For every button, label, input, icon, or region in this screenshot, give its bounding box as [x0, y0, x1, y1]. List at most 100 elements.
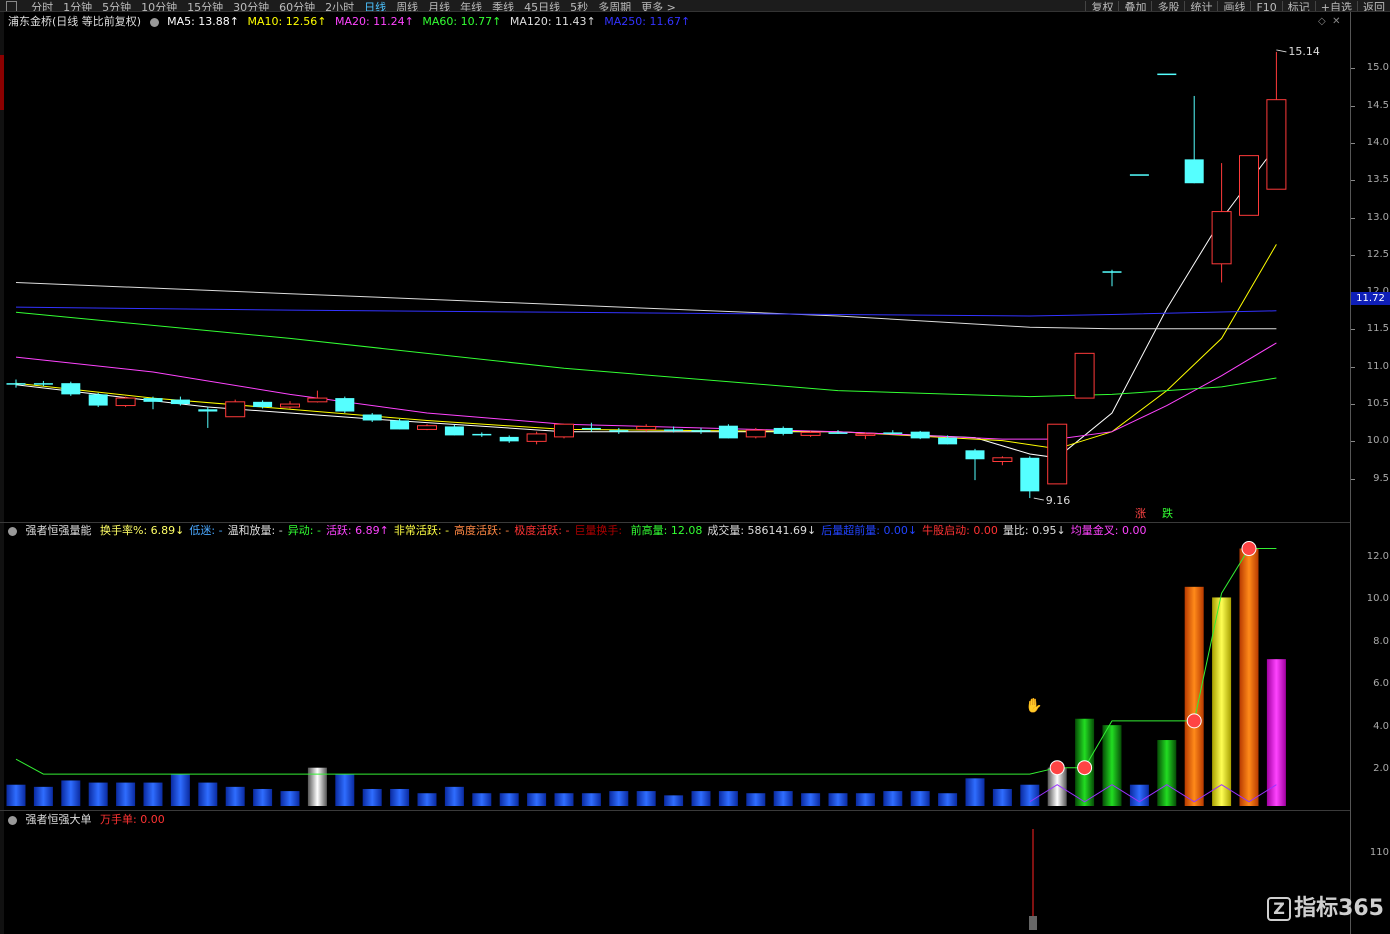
toolbar-button-6[interactable]: 标记 [1283, 1, 1315, 11]
candle-body[interactable] [335, 398, 355, 412]
candle-body[interactable] [636, 425, 657, 430]
candle-body[interactable] [526, 433, 547, 442]
signal-marker-icon[interactable] [1186, 713, 1202, 729]
candle-body[interactable] [472, 433, 492, 436]
volume-bar[interactable] [664, 795, 684, 806]
toolbar-button-2[interactable]: 多股 [1152, 1, 1184, 11]
volume-bar[interactable] [1239, 548, 1259, 806]
stock-title[interactable]: 浦东金桥(日线 等比前复权) [8, 15, 141, 28]
tab-period-9[interactable]: 周线 [391, 1, 423, 11]
candle-body[interactable] [1020, 457, 1040, 492]
volume-bar[interactable] [253, 788, 273, 806]
candle-body[interactable] [855, 433, 876, 436]
candle-body[interactable] [390, 420, 410, 430]
volume-bar[interactable] [691, 791, 711, 806]
volume-bar[interactable] [116, 782, 136, 806]
candle-body[interactable] [773, 427, 793, 434]
candle-body[interactable] [718, 425, 738, 439]
tab-period-7[interactable]: 2小时 [320, 1, 359, 11]
candle-body[interactable] [1239, 155, 1259, 216]
toolbar-button-5[interactable]: F10 [1251, 1, 1281, 11]
tab-period-16[interactable]: 更多 > [636, 1, 681, 11]
candle-body[interactable] [170, 399, 190, 405]
volume-bar[interactable] [33, 786, 53, 806]
candle-body[interactable] [554, 423, 574, 438]
candle-body[interactable] [938, 437, 958, 445]
candle-body[interactable] [1157, 73, 1177, 76]
candle-body[interactable] [253, 401, 273, 408]
toolbar-button-7[interactable]: +自选 [1316, 1, 1357, 11]
volume-bar[interactable] [1212, 597, 1232, 806]
volume-bar[interactable] [1129, 784, 1149, 806]
diamond-icon[interactable]: ◇ [1318, 16, 1326, 27]
candle-body[interactable] [362, 414, 382, 421]
volume-bar[interactable] [992, 788, 1012, 806]
tab-period-5[interactable]: 30分钟 [228, 1, 274, 11]
volume-bar[interactable] [1266, 659, 1286, 806]
tab-period-12[interactable]: 季线 [487, 1, 519, 11]
volume-bar[interactable] [499, 793, 519, 806]
volume-bar[interactable] [965, 778, 985, 806]
volume-bar[interactable] [1157, 740, 1177, 806]
big-order-chart[interactable] [0, 824, 1350, 934]
candle-body[interactable] [1266, 99, 1287, 190]
candle-body[interactable] [6, 383, 26, 385]
volume-bar[interactable] [280, 791, 300, 806]
tab-period-2[interactable]: 5分钟 [97, 1, 136, 11]
candle-body[interactable] [883, 432, 903, 434]
candle-body[interactable] [745, 429, 766, 438]
toolbar-button-3[interactable]: 统计 [1185, 1, 1217, 11]
toolbar-button-1[interactable]: 叠加 [1119, 1, 1151, 11]
volume-bar[interactable] [1102, 725, 1122, 806]
volume-bar[interactable] [307, 767, 327, 806]
candle-body[interactable] [965, 450, 985, 460]
candle-body[interactable] [1047, 423, 1068, 485]
volume-bar[interactable] [883, 791, 903, 806]
candle-body[interactable] [444, 426, 464, 436]
panel-toggle-checkbox[interactable] [6, 1, 17, 11]
volume-bar[interactable] [472, 793, 492, 806]
volume-bar[interactable] [1184, 586, 1204, 806]
volume-bar[interactable] [335, 774, 355, 806]
volume-bar[interactable] [636, 791, 656, 806]
close-icon[interactable]: ✕ [1332, 16, 1340, 27]
candle-body[interactable] [499, 436, 519, 442]
volume-bar[interactable] [1020, 784, 1040, 806]
candle-body[interactable] [1074, 352, 1095, 399]
candle-body[interactable] [280, 403, 300, 408]
toolbar-button-0[interactable]: 复权 [1086, 1, 1118, 11]
candle-body[interactable] [307, 397, 328, 403]
volume-bar[interactable] [444, 786, 464, 806]
volume-bar[interactable] [581, 793, 601, 806]
volume-bar[interactable] [938, 793, 958, 806]
candle-body[interactable] [828, 432, 848, 434]
volume-bar[interactable] [61, 780, 81, 806]
candle-body[interactable] [198, 409, 218, 412]
volume-bar[interactable] [88, 782, 108, 806]
candle-body[interactable] [61, 383, 81, 395]
tab-period-10[interactable]: 月线 [423, 1, 455, 11]
candle-body[interactable] [143, 398, 163, 402]
volume-bar[interactable] [801, 793, 821, 806]
candle-body[interactable] [88, 394, 108, 406]
candle-body[interactable] [992, 457, 1013, 463]
candle-body[interactable] [800, 431, 821, 436]
volume-bar[interactable] [554, 793, 574, 806]
volume-bar[interactable] [417, 793, 437, 806]
toolbar-button-4[interactable]: 画线 [1218, 1, 1250, 11]
volume-bar[interactable] [362, 788, 382, 806]
vol-indicator-name[interactable]: 强者恒强量能 [26, 524, 92, 537]
signal-marker-icon[interactable] [1077, 760, 1093, 776]
candle-body[interactable] [225, 401, 246, 418]
tab-period-0[interactable]: 分时 [26, 1, 58, 11]
tab-period-15[interactable]: 多周期 [593, 1, 636, 11]
tab-period-11[interactable]: 年线 [455, 1, 487, 11]
toolbar-button-8[interactable]: 返回 [1358, 1, 1390, 11]
candle-body[interactable] [581, 427, 601, 430]
volume-bar[interactable] [855, 793, 875, 806]
volume-bar[interactable] [609, 791, 629, 806]
tab-period-4[interactable]: 15分钟 [182, 1, 228, 11]
volume-bar[interactable] [225, 786, 245, 806]
tab-period-1[interactable]: 1分钟 [58, 1, 97, 11]
candle-body[interactable] [910, 431, 930, 439]
